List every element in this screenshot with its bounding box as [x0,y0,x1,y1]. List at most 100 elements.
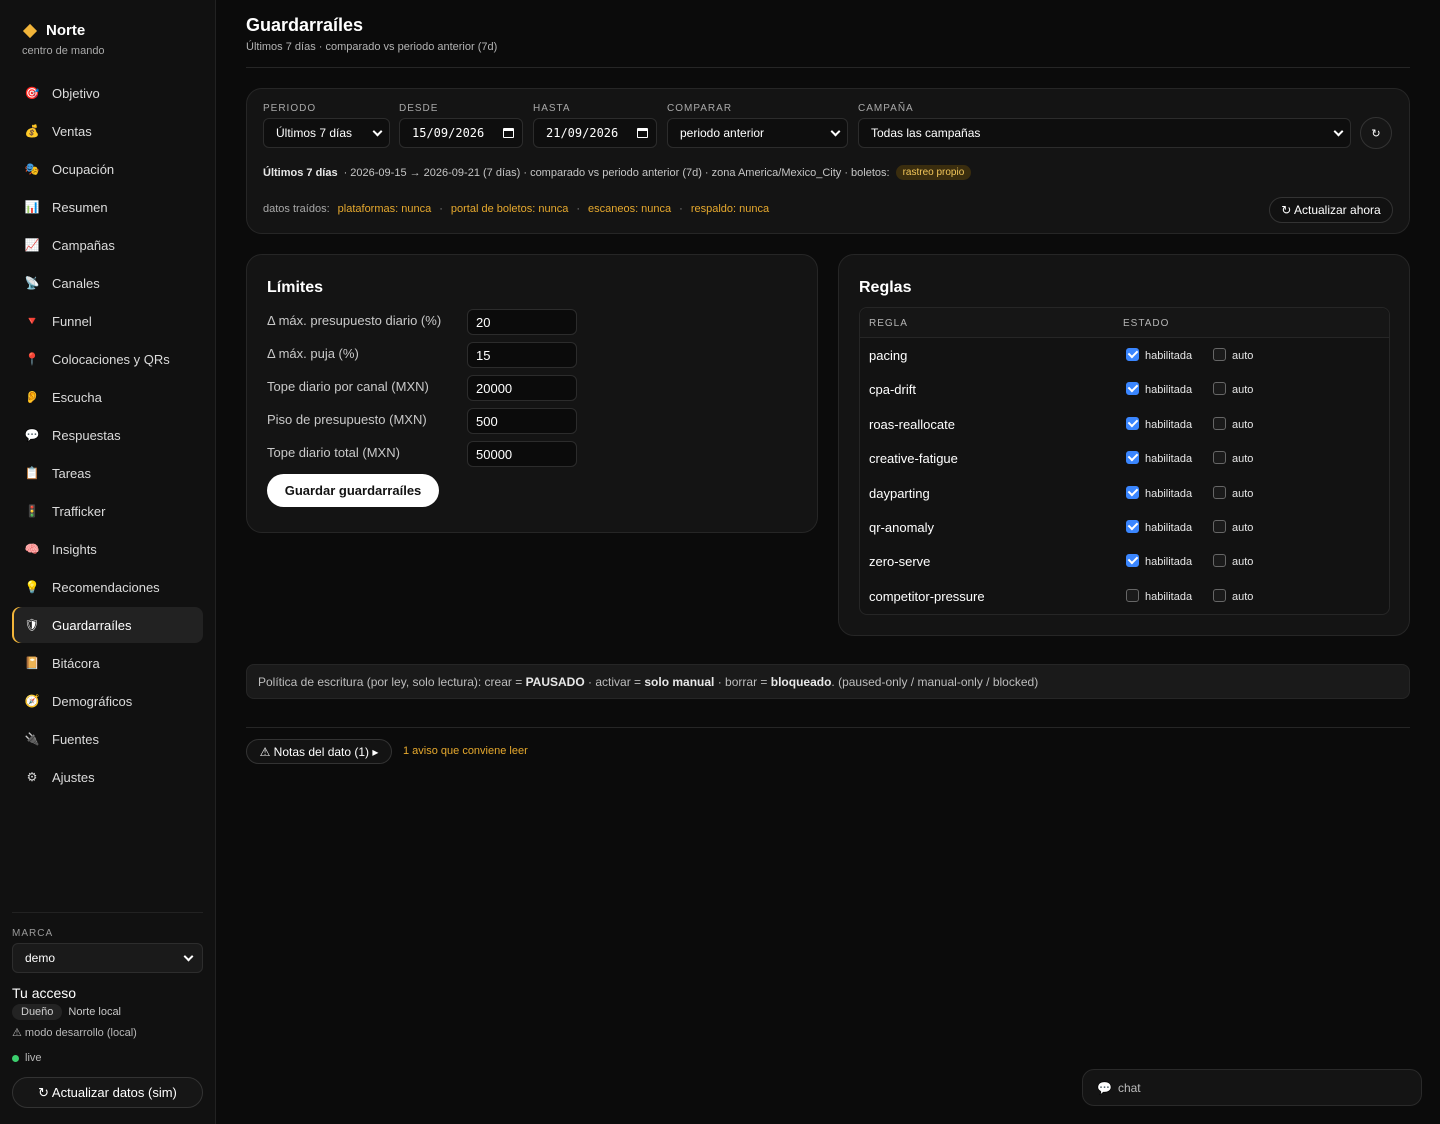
rules-table: REGLA ESTADO pacing habilitada auto cpa-dri… [859,307,1390,615]
auto-checkbox[interactable] [1213,554,1226,568]
chat-label: chat [1117,1080,1141,1095]
desde-date-input[interactable]: 15/09/2026 [399,118,523,148]
enabled-checkbox[interactable] [1126,416,1139,430]
auto-label: auto [1232,384,1254,397]
sidebar-item-label: Ajustes [52,769,95,785]
sidebar-item-funnel[interactable]: 🔻 Funnel [12,303,203,339]
comparar-label: COMPARAR [667,103,733,114]
limit-input[interactable]: 20000 [467,375,577,401]
sidebar-item-ajustes[interactable]: ⚙ Ajustes [12,759,203,795]
rules-table-header: REGLA ESTADO [860,308,1389,338]
sidebar-item-ocupacion[interactable]: 🎭 Ocupación [12,151,203,187]
limit-input[interactable]: 20 [467,309,577,335]
refresh-filters-button[interactable]: ↻ [1360,117,1392,149]
refresh-data-button[interactable]: ↻ Actualizar datos (sim) [12,1077,203,1108]
enabled-checkbox[interactable] [1126,382,1139,396]
rules-title: Reglas [859,279,912,296]
enabled-checkbox[interactable] [1126,451,1139,465]
sidebar-item-label: Tareas [52,465,92,481]
enabled-checkbox[interactable] [1126,485,1139,499]
enabled-checkbox[interactable] [1126,348,1139,361]
desde-label: DESDE [399,103,439,114]
sidebar-item-escucha[interactable]: 👂 Escucha [12,379,203,415]
comparar-value: periodo anterior [680,126,765,140]
notes-warning[interactable]: 1 aviso que conviene leer [403,745,528,757]
calendar-icon[interactable] [503,128,514,138]
sidebar-item-label: Campañas [52,237,115,253]
data-notes-button[interactable]: ⚠ Notas del dato (1) ▸ [246,739,392,764]
policy-delete: bloqueado [770,674,832,689]
sidebar-item-resumen[interactable]: 📊 Resumen [12,189,203,225]
limit-input[interactable]: 15 [467,342,577,368]
sidebar-item-label: Demográficos [52,693,133,709]
auto-checkbox[interactable] [1213,382,1226,396]
policy-text: Política de escritura (por ley, solo lec… [258,674,526,689]
data-sources: datos traídos: plataformas: nunca · port… [263,203,769,215]
limit-label: Tope diario por canal (MXN) [267,379,429,394]
sidebar-item-demograficos[interactable]: 🧭 Demográficos [12,683,203,719]
chat-button[interactable]: 💬 chat [1082,1069,1422,1106]
rule-column-header: REGLA [869,318,908,329]
respuestas-icon: 💬 [24,428,40,442]
ventas-icon: 💰 [24,124,40,138]
rule-row: roas-reallocate habilitada auto [860,408,1389,442]
hasta-date-input[interactable]: 21/09/2026 [533,118,657,148]
auto-checkbox[interactable] [1213,520,1226,533]
sidebar-item-label: Resumen [52,199,108,215]
hasta-value: 21/09/2026 [546,126,619,140]
bitacora-icon: 📔 [24,656,40,670]
sidebar-item-insights[interactable]: 🧠 Insights [12,531,203,567]
tracking-badge: rastreo propio [895,165,972,180]
update-now-button[interactable]: ↻ Actualizar ahora [1269,197,1393,223]
limits-card: Límites Δ máx. presupuesto diario (%) 20 Δ… [246,254,818,533]
sidebar-item-colocaciones-y-qrs[interactable]: 📍 Colocaciones y QRs [12,341,203,377]
sidebar-item-guardarrailes[interactable]: 🛡 Guardarraíles [12,607,203,643]
auto-checkbox[interactable] [1213,485,1226,499]
marca-label: MARCA [12,928,54,939]
sidebar-divider [12,912,203,913]
sidebar-item-label: Colocaciones y QRs [52,351,170,367]
auto-checkbox[interactable] [1213,348,1226,361]
dev-mode-warning: ⚠ modo desarrollo (local) [12,1027,137,1039]
auto-checkbox[interactable] [1213,588,1226,602]
sidebar-item-trafficker[interactable]: 🚦 Trafficker [12,493,203,529]
sidebar-item-objetivo[interactable]: 🎯 Objetivo [12,75,203,111]
write-policy-notice: Política de escritura (por ley, solo lec… [246,664,1410,699]
auto-label: auto [1232,487,1254,500]
chat-bubble-icon: 💬 [1097,1080,1112,1095]
limit-input[interactable]: 50000 [467,441,577,467]
tareas-icon: 📋 [24,466,40,480]
sidebar-item-ventas[interactable]: 💰 Ventas [12,113,203,149]
periodo-select[interactable]: Últimos 7 días [263,118,390,148]
save-guardrails-button[interactable]: Guardar guardarraíles [267,474,439,507]
campana-label: CAMPAÑA [858,103,914,114]
comparar-select[interactable]: periodo anterior [667,118,848,148]
limit-input[interactable]: 500 [467,408,577,434]
canales-icon: 📡 [24,276,40,290]
policy-create: PAUSADO [525,674,585,689]
sidebar-item-canales[interactable]: 📡 Canales [12,265,203,301]
chevron-down-icon [1333,126,1344,136]
acceso-title: Tu acceso [12,985,77,1001]
sidebar-item-respuestas[interactable]: 💬 Respuestas [12,417,203,453]
auto-checkbox[interactable] [1213,416,1226,430]
enabled-label: habilitada [1145,487,1193,500]
sidebar-item-label: Objetivo [52,85,100,101]
enabled-checkbox[interactable] [1126,554,1139,568]
auto-label: auto [1232,556,1254,569]
auto-label: auto [1232,522,1254,534]
auto-checkbox[interactable] [1213,451,1226,465]
campana-select[interactable]: Todas las campañas [858,118,1351,148]
sidebar-item-fuentes[interactable]: 🔌 Fuentes [12,721,203,757]
sidebar-item-campanas[interactable]: 📈 Campañas [12,227,203,263]
sidebar-item-bitacora[interactable]: 📔 Bitácora [12,645,203,681]
marca-select[interactable]: demo [12,943,203,973]
sidebar-item-tareas[interactable]: 📋 Tareas [12,455,203,491]
enabled-checkbox[interactable] [1126,520,1139,533]
enabled-checkbox[interactable] [1126,588,1139,602]
calendar-icon[interactable] [637,128,648,138]
rule-name: pacing [869,348,908,363]
sidebar-item-recomendaciones[interactable]: 💡 Recomendaciones [12,569,203,605]
rule-name: qr-anomaly [869,520,935,535]
limit-label: Δ máx. presupuesto diario (%) [267,313,442,328]
